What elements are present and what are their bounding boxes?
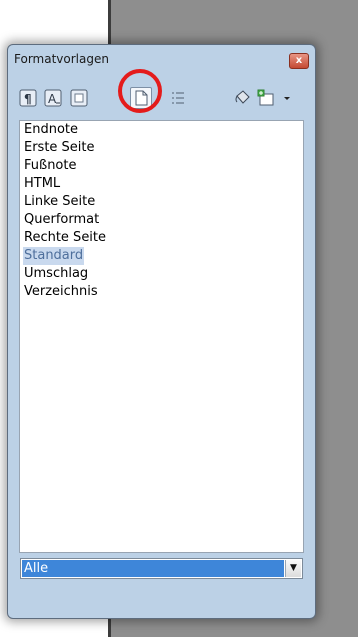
svg-text:¶: ¶ [24,92,32,106]
page-style-icon [135,90,148,106]
styles-window: Formatvorlagen x ¶ A Endnote Erste Seite… [7,44,316,619]
styles-list[interactable]: Endnote Erste Seite Fußnote HTML Linke S… [19,120,304,553]
list-item[interactable]: Endnote [23,121,79,139]
new-style-icon [257,89,274,106]
page-styles-button[interactable] [130,87,152,109]
styles-toolbar: ¶ A [8,84,315,114]
dropdown-arrow-icon [284,97,290,100]
filter-select[interactable]: Alle ▼ [20,558,303,579]
list-styles-button[interactable] [168,88,188,108]
filter-select-value: Alle [22,560,284,577]
character-style-icon: A [44,89,62,107]
list-item[interactable]: Rechte Seite [23,229,107,247]
list-item[interactable]: Erste Seite [23,139,96,157]
list-item[interactable]: Fußnote [23,157,77,175]
fill-bucket-icon [235,90,250,104]
list-item[interactable]: Linke Seite [23,193,96,211]
list-item-selected[interactable]: Standard [23,247,85,265]
chevron-down-icon[interactable]: ▼ [285,560,301,577]
close-button[interactable]: x [289,53,309,69]
window-titlebar[interactable]: Formatvorlagen x [8,45,315,73]
more-options-button[interactable] [280,88,294,108]
window-title: Formatvorlagen [14,52,109,66]
close-icon: x [295,55,303,66]
list-item[interactable]: Querformat [23,211,100,229]
frame-styles-button[interactable] [69,88,89,108]
list-style-icon [172,92,184,104]
list-item[interactable]: Verzeichnis [23,283,99,301]
new-style-button[interactable] [256,88,276,108]
paragraph-style-icon: ¶ [19,89,37,107]
paragraph-styles-button[interactable]: ¶ [18,88,38,108]
list-item[interactable]: Umschlag [23,265,89,283]
frame-style-icon [70,89,88,107]
svg-text:A: A [48,92,57,106]
list-item[interactable]: HTML [23,175,61,193]
character-styles-button[interactable]: A [43,88,63,108]
fill-format-button[interactable] [233,88,253,108]
